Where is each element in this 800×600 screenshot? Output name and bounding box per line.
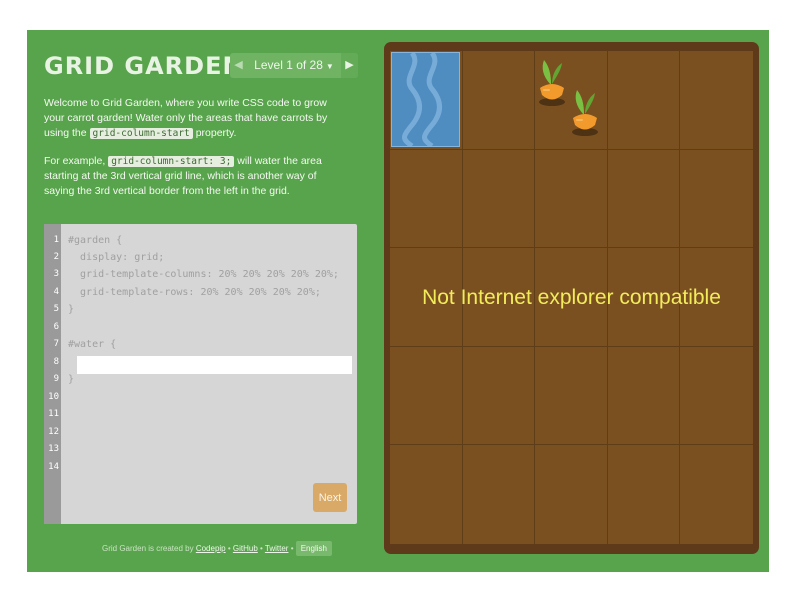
garden-cell (462, 445, 536, 544)
line-number: 4 (53, 287, 59, 297)
line-number: 14 (48, 462, 59, 472)
garden-cell (462, 51, 536, 150)
line-number: 11 (48, 409, 59, 419)
code-line: } (68, 304, 75, 315)
line-number: 5 (53, 304, 59, 314)
line-number: 6 (53, 322, 59, 332)
code-snippet: grid-column-start (89, 128, 193, 139)
caret-down-icon: ▼ (325, 62, 334, 71)
code-line: display: grid; (68, 252, 165, 263)
line-number: 8 (53, 357, 59, 367)
line-number: 7 (53, 339, 59, 349)
water-area (391, 51, 460, 149)
codepip-link[interactable]: Codepip (196, 544, 226, 553)
carrot-icon (539, 60, 565, 106)
line-number: 1 (53, 235, 59, 245)
code-line: grid-template-columns: 20% 20% 20% 20% 2… (68, 269, 339, 280)
level-navigator: ◀ Level 1 of 28 ▼ ▶ (230, 53, 358, 78)
garden-cell (680, 346, 753, 446)
chevron-left-icon[interactable]: ◀ (230, 53, 247, 78)
line-number-gutter: 1 2 3 4 5 6 7 8 9 10 11 12 13 14 (44, 224, 61, 524)
instructions-text: property. (192, 127, 237, 139)
code-line: #garden { (68, 235, 123, 246)
css-editor: 1 2 3 4 5 6 7 8 9 10 11 12 13 14 #garden… (44, 224, 357, 524)
language-selector[interactable]: English (295, 541, 332, 556)
garden-cell (535, 445, 608, 544)
line-number: 9 (53, 374, 59, 384)
next-button[interactable]: Next (313, 483, 347, 512)
github-link[interactable]: GitHub (233, 544, 258, 553)
garden-cell (607, 51, 681, 150)
line-number: 3 (53, 269, 59, 279)
line-number: 10 (48, 392, 59, 402)
water-waves-icon (402, 51, 442, 149)
chevron-right-icon[interactable]: ▶ (341, 53, 358, 78)
garden-cell (607, 346, 681, 446)
garden-cell (462, 346, 536, 446)
footer-separator: • (288, 544, 296, 553)
footer-credit: Grid Garden is created by (102, 544, 196, 553)
carrot-icon (572, 90, 598, 136)
line-number: 2 (53, 252, 59, 262)
line-number: 12 (48, 427, 59, 437)
garden-cell (390, 346, 463, 446)
footer-separator: • (225, 544, 233, 553)
garden-cell (390, 149, 463, 249)
garden-cell (462, 149, 536, 249)
css-input[interactable] (77, 356, 352, 374)
garden-cell (680, 51, 753, 150)
instructions-paragraph-1: Welcome to Grid Garden, where you write … (44, 96, 344, 141)
level-label: Level 1 of 28 (254, 58, 323, 72)
footer-separator: • (257, 544, 265, 553)
level-select[interactable]: Level 1 of 28 ▼ (247, 53, 341, 78)
code-line: } (68, 374, 75, 385)
page-title: GRID GARDEN (44, 52, 244, 80)
code-snippet: grid-column-start: 3; (108, 156, 235, 167)
garden-cell (390, 445, 463, 544)
line-number: 13 (48, 444, 59, 454)
app-panel: GRID GARDEN ◀ Level 1 of 28 ▼ ▶ Welcome t… (27, 30, 769, 572)
garden-cell (680, 445, 753, 544)
code-line: grid-template-rows: 20% 20% 20% 20% 20%; (68, 287, 321, 298)
instructions-paragraph-2: For example, grid-column-start: 3; will … (44, 154, 344, 199)
footer: Grid Garden is created by Codepip • GitH… (102, 540, 332, 557)
garden-cell (535, 149, 608, 249)
garden-cell (680, 149, 753, 249)
garden-cell (607, 445, 681, 544)
twitter-link[interactable]: Twitter (265, 544, 289, 553)
garden-cell (607, 149, 681, 249)
compatibility-notice: Not Internet explorer compatible (422, 286, 721, 309)
instructions-text: For example, (44, 155, 109, 167)
code-line: #water { (68, 339, 117, 350)
garden-cell (535, 346, 608, 446)
